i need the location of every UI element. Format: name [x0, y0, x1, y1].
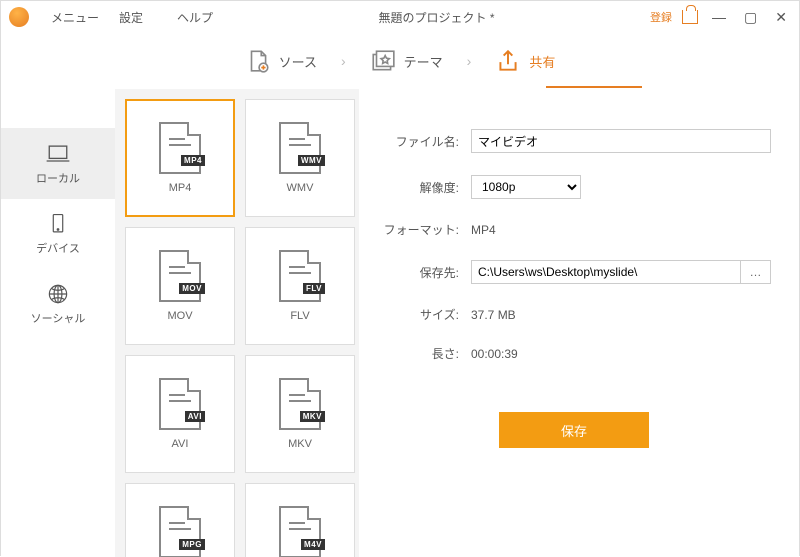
format-value: MP4	[471, 223, 496, 237]
label-format: フォーマット:	[377, 221, 471, 238]
sidebar-label: ローカル	[36, 170, 80, 186]
format-tile-flv[interactable]: FLV FLV	[245, 227, 355, 345]
minimize-button[interactable]: —	[708, 9, 730, 25]
menu-help[interactable]: ヘルプ	[177, 9, 213, 26]
label-resolution: 解像度:	[377, 179, 471, 196]
format-tile-m4v[interactable]: M4VM4V	[245, 483, 355, 557]
project-title: 無題のプロジェクト *	[223, 9, 650, 26]
export-form: ファイル名: 解像度: 1080p フォーマット: MP4 保存先: … サイズ…	[359, 89, 799, 557]
app-logo-icon	[9, 7, 29, 27]
save-button[interactable]: 保存	[499, 412, 649, 448]
close-button[interactable]: ✕	[771, 9, 791, 26]
filename-input[interactable]	[471, 129, 771, 153]
active-step-underline	[546, 86, 642, 88]
menu-menu[interactable]: メニュー	[51, 9, 99, 26]
label-size: サイズ:	[377, 306, 471, 323]
step-label: 共有	[529, 52, 555, 71]
label-length: 長さ:	[377, 345, 471, 362]
format-tile-mov[interactable]: MOV MOV	[125, 227, 235, 345]
file-icon: M4V	[279, 506, 321, 557]
phone-icon	[44, 213, 72, 235]
register-link[interactable]: 登録	[650, 9, 672, 25]
label-filename: ファイル名:	[377, 133, 471, 150]
format-tile-wmv[interactable]: WMV WMV	[245, 99, 355, 217]
format-grid[interactable]: MP4MP4WMVWMVMOVMOVFLVFLVAVIAVIMKVMKVMPGM…	[115, 89, 359, 557]
step-label: テーマ	[404, 52, 443, 71]
sidebar-tab-social[interactable]: ソーシャル	[1, 269, 115, 339]
size-value: 37.7 MB	[471, 308, 516, 322]
file-icon: AVI	[159, 378, 201, 430]
format-label: WMV	[287, 182, 314, 194]
savepath-input[interactable]	[471, 260, 741, 284]
chevron-right-icon: ›	[341, 53, 346, 69]
format-tile-mpg[interactable]: MPGMPG	[125, 483, 235, 557]
sidebar-tab-local[interactable]: ローカル	[1, 129, 115, 199]
length-value: 00:00:39	[471, 347, 518, 361]
resolution-select[interactable]: 1080p	[471, 175, 581, 199]
file-icon: MPG	[159, 506, 201, 557]
laptop-icon	[44, 143, 72, 165]
cart-icon[interactable]	[682, 10, 698, 24]
browse-button[interactable]: …	[741, 260, 771, 284]
format-label: FLV	[290, 310, 309, 322]
globe-icon	[44, 283, 72, 305]
format-label: MKV	[288, 438, 312, 450]
title-bar: メニュー 設定 ヘルプ 無題のプロジェクト * 登録 — ▢ ✕	[1, 1, 799, 33]
format-label: AVI	[172, 438, 189, 450]
share-icon	[495, 48, 521, 74]
sidebar-tab-device[interactable]: デバイス	[1, 199, 115, 269]
step-bar: ソース › テーマ › 共有	[1, 33, 799, 89]
menu-settings[interactable]: 設定	[119, 9, 143, 26]
file-icon: MKV	[279, 378, 321, 430]
format-label: MOV	[167, 310, 192, 322]
step-label: ソース	[279, 52, 317, 71]
sidebar-label: デバイス	[36, 240, 80, 256]
step-source[interactable]: ソース	[239, 48, 323, 74]
file-icon: FLV	[279, 250, 321, 302]
main-area: ローカル デバイス ソーシャル MP4MP4WMVWMVMOVMOVFLVFLV…	[1, 89, 799, 557]
step-share[interactable]: 共有	[489, 48, 561, 74]
star-stack-icon	[370, 48, 396, 74]
format-label: MP4	[169, 182, 192, 194]
file-icon: WMV	[279, 122, 321, 174]
label-savepath: 保存先:	[377, 264, 471, 281]
format-tile-mkv[interactable]: MKV MKV	[245, 355, 355, 473]
maximize-button[interactable]: ▢	[740, 9, 761, 26]
document-plus-icon	[245, 48, 271, 74]
sidebar-label: ソーシャル	[31, 310, 86, 326]
sidebar: ローカル デバイス ソーシャル	[1, 89, 115, 557]
file-icon: MP4	[159, 122, 201, 174]
format-tile-avi[interactable]: AVI AVI	[125, 355, 235, 473]
format-tile-mp4[interactable]: MP4 MP4	[125, 99, 235, 217]
step-theme[interactable]: テーマ	[364, 48, 449, 74]
file-icon: MOV	[159, 250, 201, 302]
chevron-right-icon: ›	[467, 53, 472, 69]
